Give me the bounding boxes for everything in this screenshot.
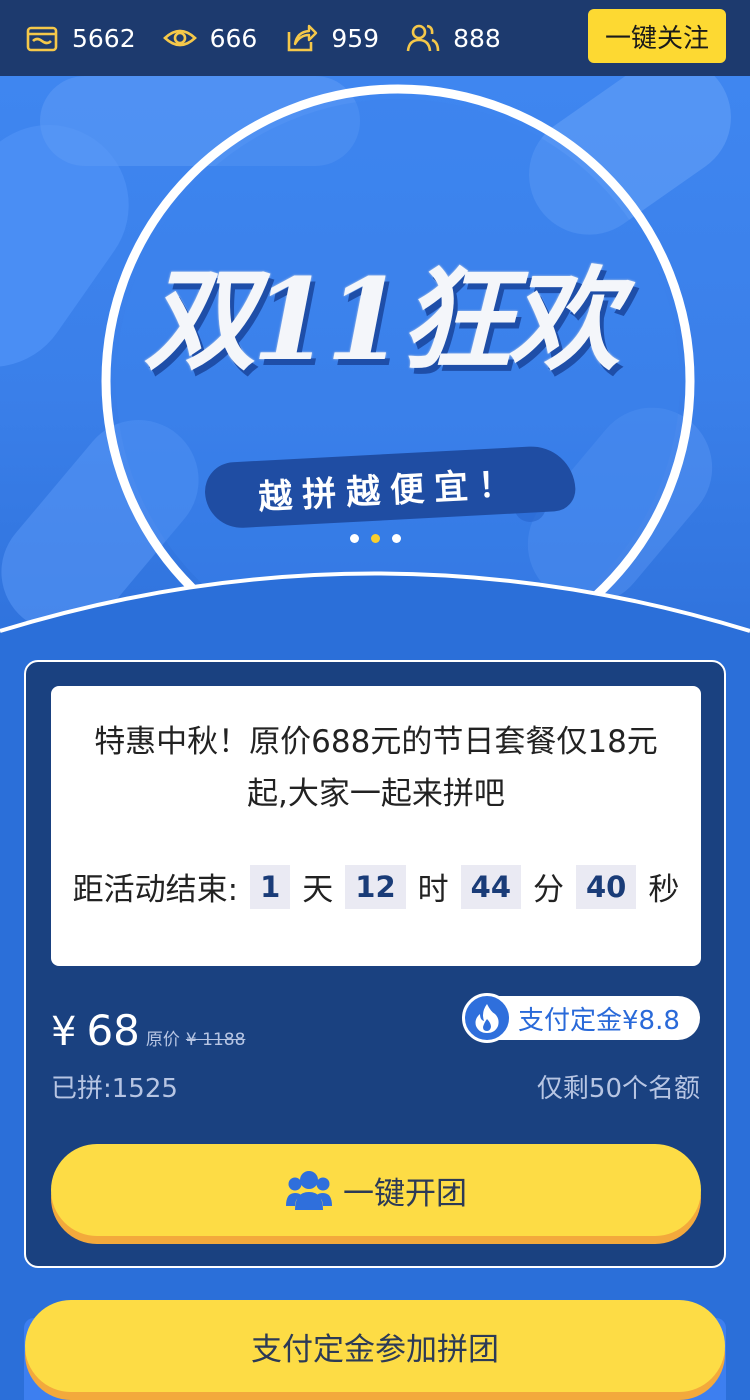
countdown-minutes: 44 — [460, 864, 521, 909]
stat-shares: 959 — [283, 20, 379, 56]
stats-bar: 5662 666 959 888 一键关注 — [0, 0, 750, 76]
countdown-minutes-unit: 分 — [533, 872, 564, 908]
countdown-hours: 12 — [345, 864, 406, 909]
open-group-label: 一键开团 — [343, 1175, 467, 1212]
offer-card: 特惠中秋！原价688元的节日套餐仅18元起,大家一起来拼吧 距活动结束: 1 天… — [24, 660, 726, 1268]
group-price: 68 — [86, 1006, 140, 1055]
shop-count: 5662 — [72, 23, 136, 53]
countdown-days: 1 — [250, 864, 291, 909]
remaining-slots: 仅剩50个名额 — [536, 1074, 700, 1104]
carousel-dot[interactable] — [392, 534, 401, 543]
countdown-seconds-unit: 秒 — [648, 872, 680, 908]
follow-button[interactable]: 一键关注 — [588, 9, 726, 63]
banner-headline-text: 双11狂欢 — [144, 255, 620, 386]
countdown-hours-unit: 时 — [417, 872, 449, 908]
joined-count: 已拼:1525 — [51, 1074, 178, 1104]
pay-deposit-join-button[interactable]: 支付定金参加拼团 — [25, 1300, 725, 1392]
open-group-button[interactable]: 一键开团 — [51, 1144, 701, 1236]
deposit-badge[interactable]: 支付定金¥8.8 — [462, 993, 700, 1043]
eye-icon — [162, 29, 197, 47]
promo-banner[interactable]: 双11狂欢 越拼越便宜！ — [0, 76, 750, 656]
offer-info-panel: 特惠中秋！原价688元的节日套餐仅18元起,大家一起来拼吧 距活动结束: 1 天… — [51, 686, 701, 966]
countdown: 距活动结束: 1 天 12 时 44 分 40 秒 — [51, 864, 701, 909]
share-icon — [288, 24, 318, 52]
share-count: 959 — [331, 23, 380, 53]
countdown-days-unit: 天 — [302, 872, 334, 908]
stat-views: 666 — [162, 20, 258, 56]
shop-icon — [26, 26, 58, 52]
banner-headline: 双11狂欢 — [95, 236, 665, 386]
original-price-label: 原价 — [145, 1030, 180, 1050]
group-icon — [286, 1171, 332, 1210]
participant-count: 888 — [453, 23, 501, 53]
offer-description: 特惠中秋！原价688元的节日套餐仅18元起,大家一起来拼吧 — [94, 724, 658, 812]
stat-shop: 5662 — [24, 20, 136, 56]
deposit-badge-label: 支付定金¥8.8 — [518, 1005, 680, 1036]
carousel-dot[interactable] — [350, 534, 359, 543]
carousel-dot-active[interactable] — [371, 534, 380, 543]
countdown-seconds: 40 — [576, 864, 637, 909]
original-price: ¥ 1188 — [185, 1030, 246, 1050]
users-icon — [406, 24, 440, 52]
stat-participants: 888 — [405, 20, 501, 56]
price-currency: ¥ — [51, 1009, 77, 1055]
view-count: 666 — [209, 23, 258, 53]
countdown-label: 距活动结束: — [72, 872, 239, 908]
flame-icon — [462, 993, 512, 1043]
carousel-dots — [350, 534, 413, 543]
price-row: ¥ 68 原价 ¥ 1188 — [51, 1006, 245, 1055]
